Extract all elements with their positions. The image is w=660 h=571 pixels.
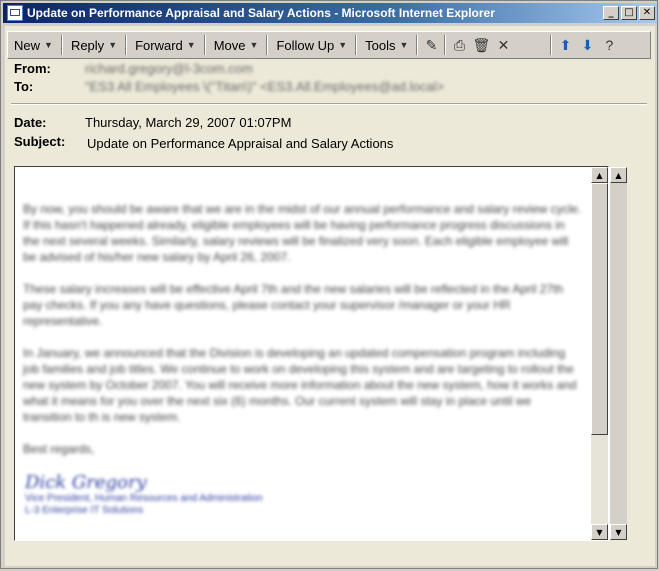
separator xyxy=(355,35,358,55)
tools-label: Tools xyxy=(365,37,396,53)
previous-arrow-icon[interactable]: ⬆ xyxy=(554,34,576,56)
chevron-down-icon: ▼ xyxy=(399,40,409,50)
separator xyxy=(60,35,63,55)
chevron-down-icon: ▼ xyxy=(108,40,118,50)
follow-up-button[interactable]: Follow Up ▼ xyxy=(270,34,353,56)
edit-note-icon[interactable]: ✎ xyxy=(420,34,442,56)
separator xyxy=(125,35,128,55)
signature: Dick Gregory Vice President, Human Resou… xyxy=(25,472,263,517)
forward-button[interactable]: Forward ▼ xyxy=(129,34,202,56)
chevron-down-icon: ▼ xyxy=(44,40,53,50)
window-title: Update on Performance Appraisal and Sala… xyxy=(27,6,495,20)
scroll-down-arrow-icon[interactable]: ▼ xyxy=(610,524,627,540)
minimize-button[interactable]: _ xyxy=(603,6,619,20)
signature-company: L-3 Enterprise IT Solutions xyxy=(25,505,144,516)
maximize-button[interactable]: □ xyxy=(621,6,637,20)
from-value: richard.gregory@l-3com.com xyxy=(85,61,253,76)
close-x-icon[interactable]: ✕ xyxy=(492,34,514,56)
forward-label: Forward xyxy=(135,37,183,53)
title-bar[interactable]: Update on Performance Appraisal and Sala… xyxy=(3,3,657,23)
close-button[interactable]: ✕ xyxy=(639,6,655,20)
separator xyxy=(266,35,269,55)
scroll-down-arrow-icon[interactable]: ▼ xyxy=(591,524,608,540)
separator xyxy=(416,35,419,55)
paragraph: These salary increases will be effective… xyxy=(23,282,564,328)
to-value: "ES3 All Employees \("Titan\)" <ES3.All.… xyxy=(85,79,444,94)
date-value: Thursday, March 29, 2007 01:07PM xyxy=(85,115,292,130)
subject-value: Update on Performance Appraisal and Sala… xyxy=(87,136,394,151)
divider xyxy=(11,103,647,105)
follow-up-label: Follow Up xyxy=(276,37,335,53)
from-label: From: xyxy=(14,61,51,76)
date-label: Date: xyxy=(14,115,47,130)
reply-button[interactable]: Reply ▼ xyxy=(65,34,123,56)
ie-window: Update on Performance Appraisal and Sala… xyxy=(0,0,658,569)
new-label: New xyxy=(14,37,41,53)
to-label: To: xyxy=(14,79,34,94)
scroll-up-arrow-icon[interactable]: ▲ xyxy=(591,167,608,183)
chevron-down-icon: ▼ xyxy=(186,40,196,50)
chevron-down-icon: ▼ xyxy=(338,40,348,50)
chevron-down-icon: ▼ xyxy=(249,40,259,50)
signature-name: Dick Gregory xyxy=(25,472,147,493)
move-label: Move xyxy=(213,37,246,53)
move-button[interactable]: Move ▼ xyxy=(208,34,265,56)
closing: Best regards, xyxy=(23,442,95,456)
next-arrow-icon[interactable]: ⬇ xyxy=(576,34,598,56)
message-text: By now, you should be aware that we are … xyxy=(23,201,583,473)
separator xyxy=(203,35,206,55)
tools-button[interactable]: Tools ▼ xyxy=(359,34,414,56)
envelope-icon xyxy=(7,5,23,21)
delete-trash-icon[interactable]: 🗑 xyxy=(470,34,492,56)
separator xyxy=(550,35,553,55)
message-scrollbar[interactable]: ▲ ▼ xyxy=(591,167,608,540)
paragraph: In January, we announced that the Divisi… xyxy=(23,346,577,424)
help-icon[interactable]: ? xyxy=(598,34,620,56)
toolbar: New ▼ Reply ▼ Forward ▼ Move ▼ Follow Up ▼ To… xyxy=(7,31,651,59)
paragraph: By now, you should be aware that we are … xyxy=(23,202,582,264)
print-icon[interactable]: ⎙ xyxy=(448,34,470,56)
scroll-thumb[interactable] xyxy=(591,183,608,435)
reply-label: Reply xyxy=(70,37,105,53)
scroll-up-arrow-icon[interactable]: ▲ xyxy=(610,167,627,183)
new-button[interactable]: New ▼ xyxy=(8,34,59,56)
window-scrollbar[interactable]: ▲ ▼ xyxy=(609,167,627,540)
signature-title: Vice President, Human Resources and Admi… xyxy=(25,493,263,504)
subject-label: Subject: xyxy=(14,134,66,149)
separator xyxy=(444,35,447,55)
message-body[interactable]: By now, you should be aware that we are … xyxy=(14,166,609,541)
